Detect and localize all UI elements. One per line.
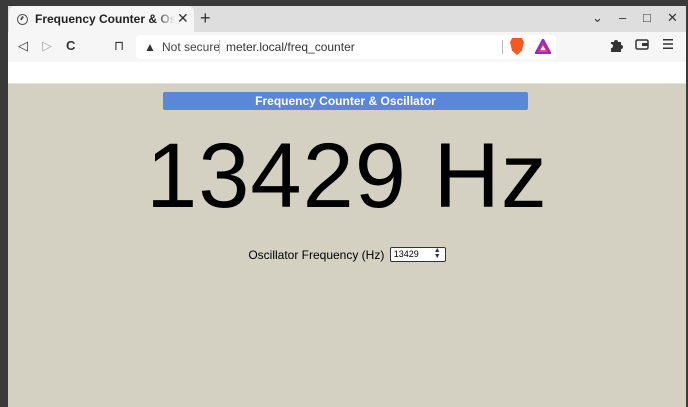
page-content: Frequency Counter & Oscillator 13429 Hz … [8,84,686,407]
oscillator-value: 13429 [393,249,419,260]
oscillator-label: Oscillator Frequency (Hz) [248,247,385,262]
brave-shields-icon[interactable] [510,38,524,55]
page-title-banner: Frequency Counter & Oscillator [163,92,528,110]
gauge-icon [17,14,28,25]
browser-window: Frequency Counter & Oscillator ✕ + ⌄ – □… [8,6,686,407]
warning-icon: ▲ [144,40,156,54]
security-indicator[interactable]: Not secure [162,40,220,54]
address-bar[interactable]: ▲ Not secure meter.local/freq_counter [136,35,556,59]
url-text[interactable]: meter.local/freq_counter [226,40,355,54]
bookmarks-bar [8,62,686,84]
oscillator-control: Oscillator Frequency (Hz) 13429 ▲ ▼ [8,246,686,263]
extensions-icon[interactable] [609,38,623,56]
oscillator-frequency-input[interactable]: 13429 ▲ ▼ [389,247,446,263]
tab-strip: Frequency Counter & Oscillator ✕ + ⌄ – □… [8,6,686,32]
back-button[interactable]: ◁ [18,38,28,54]
bookmark-icon[interactable]: ⊓ [114,38,124,54]
spinner-arrows-icon[interactable]: ▲ ▼ [434,247,441,260]
new-tab-button[interactable]: + [200,8,211,28]
tab-title: Frequency Counter & Oscillator [35,12,175,26]
wallet-icon[interactable] [635,38,649,55]
tab-search-chevron-icon[interactable]: ⌄ [592,10,603,26]
frequency-readout: 13429 Hz [146,125,548,227]
brave-rewards-icon[interactable] [533,37,553,55]
divider [502,40,503,54]
close-window-button[interactable]: ✕ [667,10,678,26]
browser-toolbar: ◁ ▷ C ⊓ ▲ Not secure meter.local/freq_co… [8,32,686,62]
forward-button[interactable]: ▷ [42,38,52,54]
tab-frequency-counter[interactable]: Frequency Counter & Oscillator ✕ [9,6,194,32]
minimize-button[interactable]: – [619,10,626,26]
reload-button[interactable]: C [66,38,75,54]
maximize-button[interactable]: □ [643,10,651,26]
divider [219,40,220,54]
tab-close-icon[interactable]: ✕ [177,10,189,26]
menu-icon[interactable] [663,38,673,54]
